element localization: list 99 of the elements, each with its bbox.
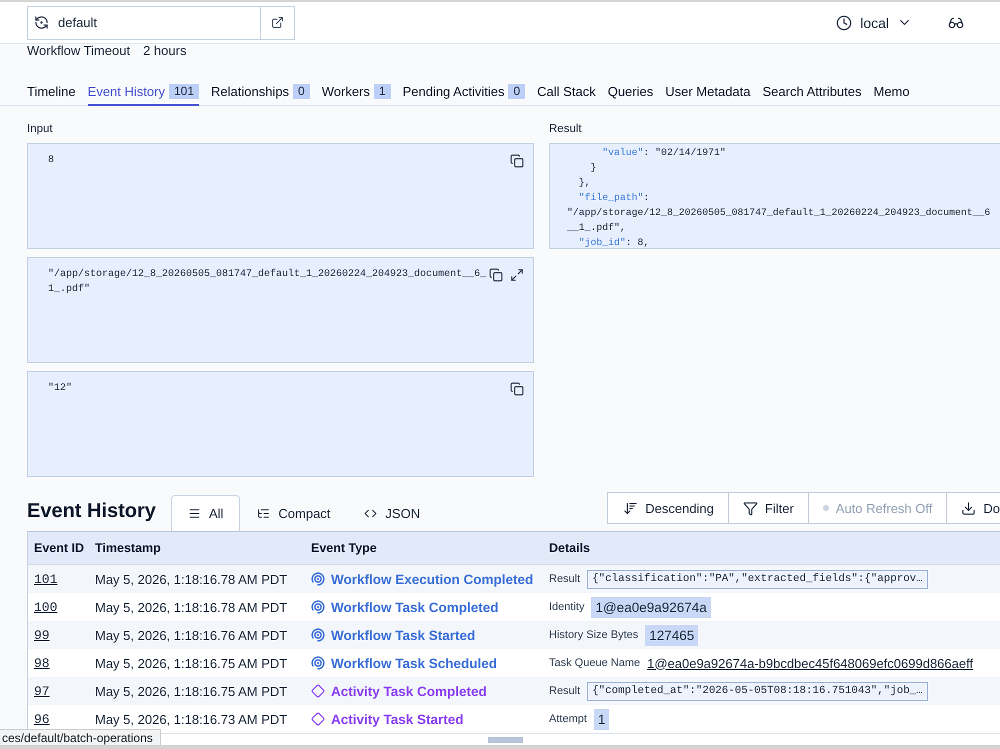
copy-icon: [510, 154, 524, 168]
tab-count-badge: 0: [293, 84, 310, 98]
concentric-rings-icon: [311, 656, 325, 670]
tab[interactable]: Memo: [874, 78, 910, 106]
event-id-link[interactable]: 97: [34, 684, 50, 698]
list-icon: [188, 507, 201, 520]
glasses-icon: [948, 14, 964, 30]
event-id-link[interactable]: 98: [34, 656, 50, 670]
clock-icon: [836, 14, 852, 30]
json-line: __1_.pdf",: [567, 221, 626, 235]
payload-text: 8: [48, 154, 54, 168]
detail-label: Task Queue Name: [549, 657, 640, 669]
concentric-rings-icon: [311, 572, 325, 586]
summary-value: 2 hours: [143, 44, 186, 58]
list-tree-icon: [257, 507, 270, 520]
expand-icon: [510, 268, 524, 282]
download-icon: [961, 500, 976, 516]
timestamp-cell: May 5, 2026, 1:18:16.75 AM PDT: [95, 656, 288, 670]
diamond-icon: [311, 684, 325, 698]
tab[interactable]: Timeline: [27, 78, 76, 106]
json-line: "file_path":: [578, 191, 650, 205]
tab[interactable]: Workers 1: [322, 78, 391, 106]
copy-button[interactable]: [510, 382, 524, 396]
detail-label: History Size Bytes: [549, 629, 638, 641]
event-type-link[interactable]: Workflow Task Scheduled: [311, 656, 498, 670]
column-header: Timestamp: [95, 541, 161, 555]
detail-value: 1: [594, 708, 610, 730]
payload-text: "/app/storage/12_8_20260505_081747_default_1_20260224_204923_document__6_1_.pdf": [48, 268, 488, 297]
status-url-tooltip: ces/default/batch-operations: [0, 729, 161, 746]
copy-button[interactable]: [510, 154, 524, 168]
timestamp-cell: May 5, 2026, 1:18:16.78 AM PDT: [95, 600, 288, 614]
scrollbar-thumb[interactable]: [488, 736, 523, 742]
concentric-rings-icon: [311, 600, 325, 614]
json-line: "value": "02/14/1971": [602, 146, 726, 160]
external-link-icon: [271, 16, 284, 29]
expand-button[interactable]: [510, 268, 524, 282]
event-id-link[interactable]: 96: [34, 712, 50, 726]
timestamp-cell: May 5, 2026, 1:18:16.76 AM PDT: [95, 628, 288, 642]
column-header: Details: [549, 541, 590, 555]
payload-text: "12": [48, 382, 72, 396]
event-id-link[interactable]: 100: [34, 600, 58, 614]
tab[interactable]: Event History 101: [88, 78, 199, 106]
summary-label: Workflow Timeout: [27, 44, 130, 58]
view-tab[interactable]: JSON: [347, 495, 438, 531]
tab[interactable]: Pending Activities 0: [402, 78, 526, 106]
sort-icon: [623, 500, 638, 516]
tab-count-badge: 0: [508, 84, 526, 98]
section-title: Event History: [27, 499, 156, 523]
detail-value: 127465: [645, 624, 698, 646]
toolbar-button[interactable]: Do: [946, 493, 1000, 523]
json-line: "job_id": 8,: [578, 236, 650, 248]
copy-icon: [489, 268, 503, 282]
event-type-link[interactable]: Workflow Execution Completed: [311, 572, 534, 586]
input-label: Input: [27, 123, 53, 135]
timestamp-cell: May 5, 2026, 1:18:16.78 AM PDT: [95, 572, 288, 586]
event-type-link[interactable]: Workflow Task Started: [311, 628, 476, 642]
tab[interactable]: Call Stack: [537, 78, 596, 106]
view-tab[interactable]: All: [170, 495, 240, 531]
event-type-link[interactable]: Activity Task Completed: [311, 684, 487, 698]
tab[interactable]: User Metadata: [665, 78, 750, 106]
timestamp-cell: May 5, 2026, 1:18:16.73 AM PDT: [95, 712, 288, 726]
detail-value: 1@ea0e9a92674a: [591, 596, 711, 618]
tab-count-badge: 101: [168, 84, 199, 98]
copy-button[interactable]: [489, 268, 503, 282]
timestamp-cell: May 5, 2026, 1:18:16.75 AM PDT: [95, 684, 288, 698]
tab[interactable]: Relationships 0: [211, 78, 310, 106]
column-header: Event ID: [34, 541, 84, 555]
toolbar-button[interactable]: Filter: [728, 493, 808, 523]
concentric-rings-icon: [311, 628, 325, 642]
detail-code-value: {"completed_at":"2026-05-05T08:18:16.751043","job_…: [587, 682, 928, 700]
code-icon: [364, 507, 378, 520]
glasses-button[interactable]: [948, 14, 964, 30]
json-line: }: [590, 161, 596, 175]
copy-icon: [510, 382, 524, 396]
detail-link[interactable]: 1@ea0e9a92674a-b9bcdbec45f648069efc0699d866aeff: [647, 656, 974, 670]
tab[interactable]: Search Attributes: [762, 78, 862, 106]
status-dot-icon: [822, 505, 829, 511]
detail-code-value: {"classification":"PA","extracted_fields":{"approv…: [587, 570, 928, 588]
diamond-icon: [311, 712, 325, 726]
cycle-arrows-icon: [34, 15, 49, 30]
detail-label: Identity: [549, 601, 584, 613]
event-id-link[interactable]: 99: [34, 628, 50, 642]
view-tab[interactable]: Compact: [240, 495, 348, 531]
toolbar-button[interactable]: Descending: [608, 493, 728, 523]
detail-label: Result: [549, 573, 580, 585]
tab-count-badge: 1: [374, 84, 391, 98]
detail-label: Attempt: [549, 713, 587, 725]
json-line: },: [578, 176, 591, 190]
column-header: Event Type: [311, 541, 377, 555]
timezone-select[interactable]: local: [836, 14, 912, 30]
namespace-select[interactable]: default: [28, 6, 260, 38]
json-line: "/app/storage/12_8_20260505_081747_default_1_20260224_204923_document__6: [567, 206, 990, 220]
event-type-link[interactable]: Activity Task Started: [311, 712, 464, 726]
filter-icon: [742, 500, 758, 516]
event-id-link[interactable]: 101: [34, 572, 58, 586]
result-label: Result: [549, 123, 582, 135]
tab[interactable]: Queries: [608, 78, 654, 106]
detail-label: Result: [549, 685, 580, 697]
event-type-link[interactable]: Workflow Task Completed: [311, 600, 499, 614]
